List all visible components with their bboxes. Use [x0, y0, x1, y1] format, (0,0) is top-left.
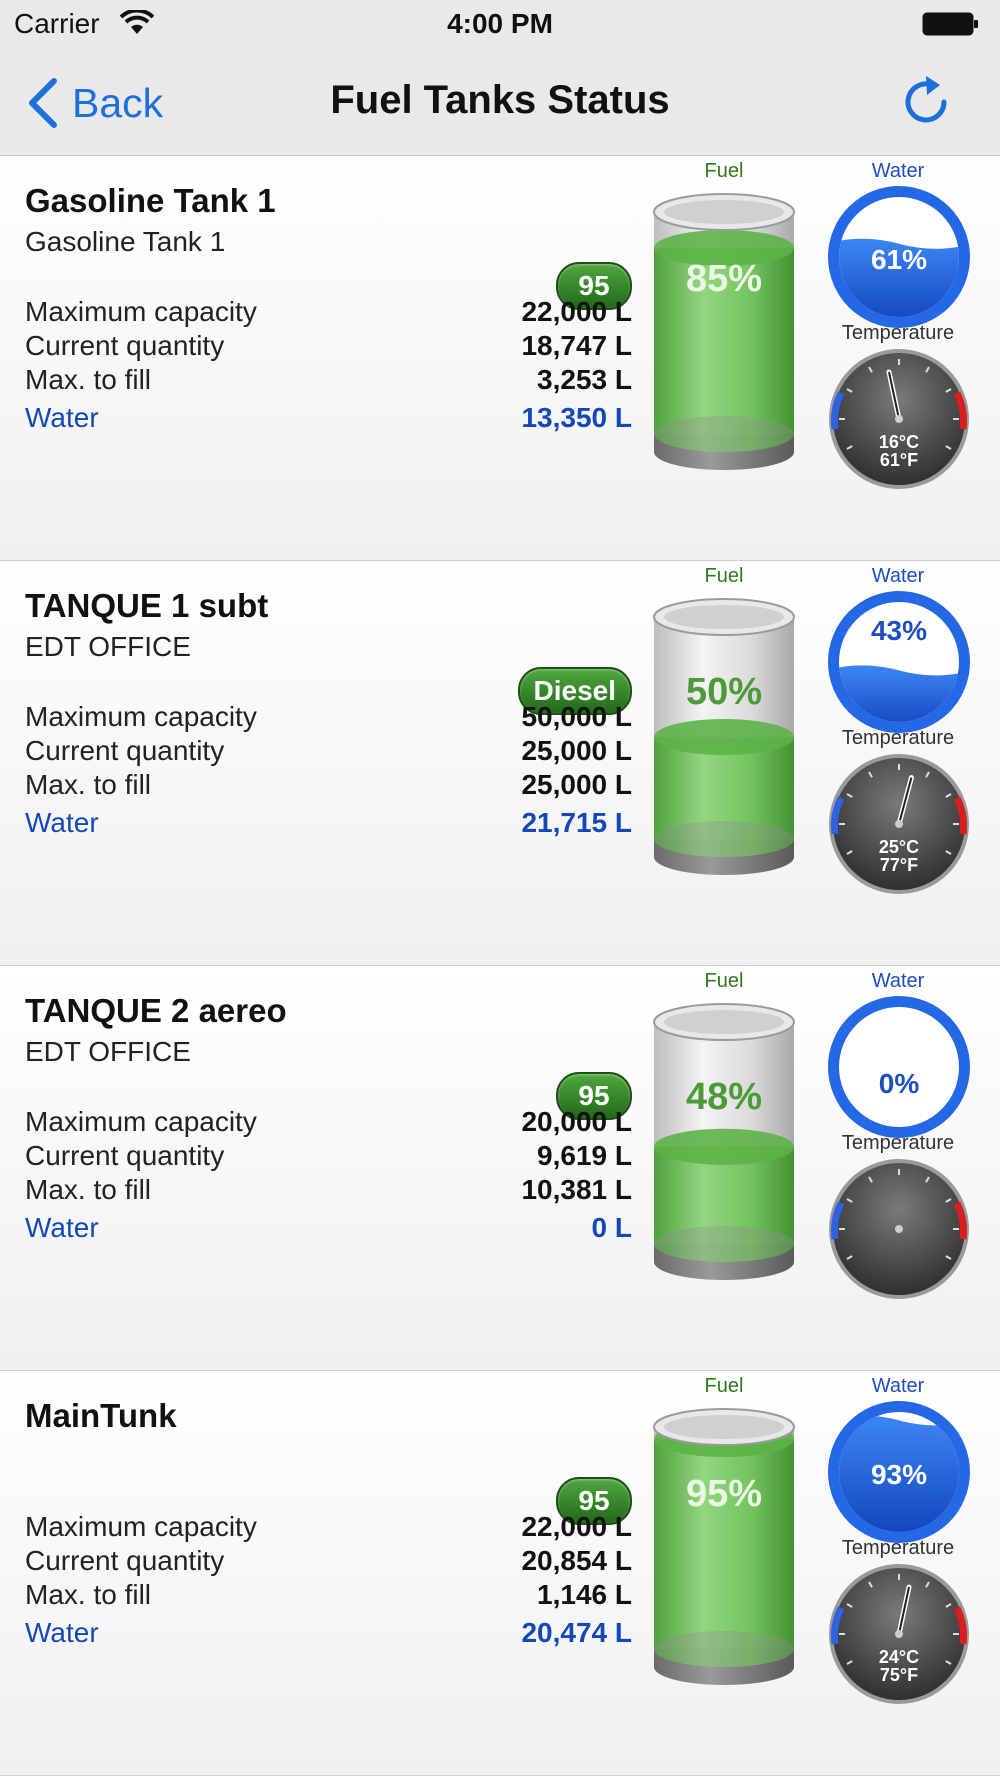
max-to-fill-row: Max. to fill 10,381 L — [25, 1174, 632, 1210]
max-capacity-row: Maximum capacity 22,000 L — [25, 1511, 632, 1547]
current-quantity-value: 18,747 L — [521, 330, 632, 361]
max-to-fill-row: Max. to fill 25,000 L — [25, 769, 632, 805]
max-to-fill-value: 10,381 L — [521, 1174, 632, 1205]
fuel-gauge-caption: Fuel — [704, 970, 744, 992]
tank-card[interactable]: TANQUE 2 aereo EDT OFFICE 95 Maximum capaci… — [0, 966, 1000, 1371]
tank-name: Gasoline Tank 1 — [25, 182, 276, 219]
max-capacity-value: 20,000 L — [521, 1106, 632, 1137]
tank-subtitle: Gasoline Tank 1 — [25, 226, 226, 257]
temperature-fahrenheit: 61°F — [879, 450, 919, 470]
temperature-fahrenheit: 75°F — [879, 1665, 919, 1685]
water-gauge-caption: Water — [871, 160, 925, 182]
tank-card[interactable]: MainTunk 95 Maximum capacity 22,000 L Curren… — [0, 1371, 1000, 1776]
current-quantity-value: 20,854 L — [521, 1545, 632, 1576]
max-to-fill-label: Max. to fill — [25, 1174, 152, 1205]
current-quantity-row: Current quantity 20,854 L — [25, 1545, 632, 1581]
navigation-bar: Back Fuel Tanks Status — [0, 50, 1000, 156]
max-capacity-label: Maximum capacity — [25, 1106, 257, 1137]
max-to-fill-label: Max. to fill — [25, 1579, 152, 1610]
current-quantity-label: Current quantity — [25, 735, 225, 766]
water-gauge-caption: Water — [871, 970, 925, 992]
max-capacity-label: Maximum capacity — [25, 701, 257, 732]
current-quantity-value: 25,000 L — [521, 735, 632, 766]
water-level-gauge: 61% — [826, 184, 972, 330]
tank-subtitle: EDT OFFICE — [25, 631, 191, 662]
max-capacity-label: Maximum capacity — [25, 296, 257, 327]
status-bar: Carrier 4:00 PM — [0, 0, 1000, 50]
max-capacity-value: 22,000 L — [521, 1511, 632, 1542]
max-to-fill-label: Max. to fill — [25, 769, 152, 800]
water-quantity-value: 0 L — [591, 1212, 632, 1243]
water-percent: 61% — [870, 244, 928, 275]
water-quantity-value: 13,350 L — [521, 402, 632, 433]
tank-name: TANQUE 1 subt — [25, 587, 269, 624]
current-quantity-value: 9,619 L — [537, 1140, 632, 1171]
fuel-gauge-caption: Fuel — [704, 160, 744, 182]
fuel-percent: 85% — [685, 258, 763, 300]
max-to-fill-value: 1,146 L — [537, 1579, 632, 1610]
current-quantity-label: Current quantity — [25, 1545, 225, 1576]
tank-card[interactable]: Gasoline Tank 1 Gasoline Tank 1 95 Maximum … — [0, 156, 1000, 561]
fuel-level-gauge: 50% — [651, 587, 797, 887]
temperature-gauge — [826, 1156, 972, 1302]
max-capacity-label: Maximum capacity — [25, 1511, 257, 1542]
tank-card[interactable]: TANQUE 1 subt EDT OFFICE Diesel Maximum cap… — [0, 561, 1000, 966]
water-quantity-row: Water 21,715 L — [25, 807, 632, 843]
max-to-fill-row: Max. to fill 1,146 L — [25, 1579, 632, 1615]
temperature-fahrenheit: 77°F — [879, 855, 919, 875]
water-quantity-row: Water 13,350 L — [25, 402, 632, 438]
max-capacity-value: 50,000 L — [521, 701, 632, 732]
battery-icon — [922, 12, 978, 36]
current-quantity-row: Current quantity 18,747 L — [25, 330, 632, 366]
water-gauge-caption: Water — [871, 1375, 925, 1397]
current-quantity-row: Current quantity 25,000 L — [25, 735, 632, 771]
max-capacity-row: Maximum capacity 20,000 L — [25, 1106, 632, 1142]
status-time: 4:00 PM — [447, 8, 553, 39]
max-to-fill-value: 3,253 L — [537, 364, 632, 395]
fuel-level-gauge: 95% — [651, 1397, 797, 1697]
water-quantity-label: Water — [25, 1617, 99, 1648]
tank-name: TANQUE 2 aereo — [25, 992, 287, 1029]
water-level-gauge: 43% — [826, 589, 972, 735]
page-title: Fuel Tanks Status — [330, 78, 670, 122]
max-capacity-row: Maximum capacity 22,000 L — [25, 296, 632, 332]
fuel-gauge-caption: Fuel — [704, 1375, 744, 1397]
fuel-percent: 95% — [685, 1473, 763, 1515]
max-capacity-value: 22,000 L — [521, 296, 632, 327]
tank-name: MainTunk — [25, 1397, 177, 1434]
fuel-percent: 50% — [685, 671, 763, 713]
fuel-level-gauge: 85% — [651, 182, 797, 482]
max-capacity-row: Maximum capacity 50,000 L — [25, 701, 632, 737]
tank-subtitle: EDT OFFICE — [25, 1036, 191, 1067]
water-gauge-caption: Water — [871, 565, 925, 587]
max-to-fill-row: Max. to fill 3,253 L — [25, 364, 632, 400]
current-quantity-label: Current quantity — [25, 330, 225, 361]
refresh-icon[interactable] — [896, 72, 956, 132]
water-quantity-value: 20,474 L — [521, 1617, 632, 1648]
water-percent: 43% — [870, 615, 928, 646]
water-quantity-row: Water 20,474 L — [25, 1617, 632, 1653]
max-to-fill-label: Max. to fill — [25, 364, 152, 395]
max-to-fill-value: 25,000 L — [521, 769, 632, 800]
fuel-gauge-caption: Fuel — [704, 565, 744, 587]
water-percent: 93% — [870, 1459, 928, 1490]
water-level-gauge: 0% — [826, 994, 972, 1140]
temperature-gauge: 25°C 77°F — [826, 751, 972, 897]
temperature-gauge: 24°C 75°F — [826, 1561, 972, 1707]
temperature-gauge: 16°C 61°F — [826, 346, 972, 492]
water-percent: 0% — [878, 1068, 920, 1099]
current-quantity-row: Current quantity 9,619 L — [25, 1140, 632, 1176]
water-quantity-label: Water — [25, 402, 99, 433]
water-quantity-value: 21,715 L — [521, 807, 632, 838]
fuel-level-gauge: 48% — [651, 992, 797, 1292]
water-level-gauge: 93% — [826, 1399, 972, 1545]
water-quantity-row: Water 0 L — [25, 1212, 632, 1248]
water-quantity-label: Water — [25, 807, 99, 838]
fuel-percent: 48% — [685, 1076, 763, 1118]
current-quantity-label: Current quantity — [25, 1140, 225, 1171]
water-quantity-label: Water — [25, 1212, 99, 1243]
